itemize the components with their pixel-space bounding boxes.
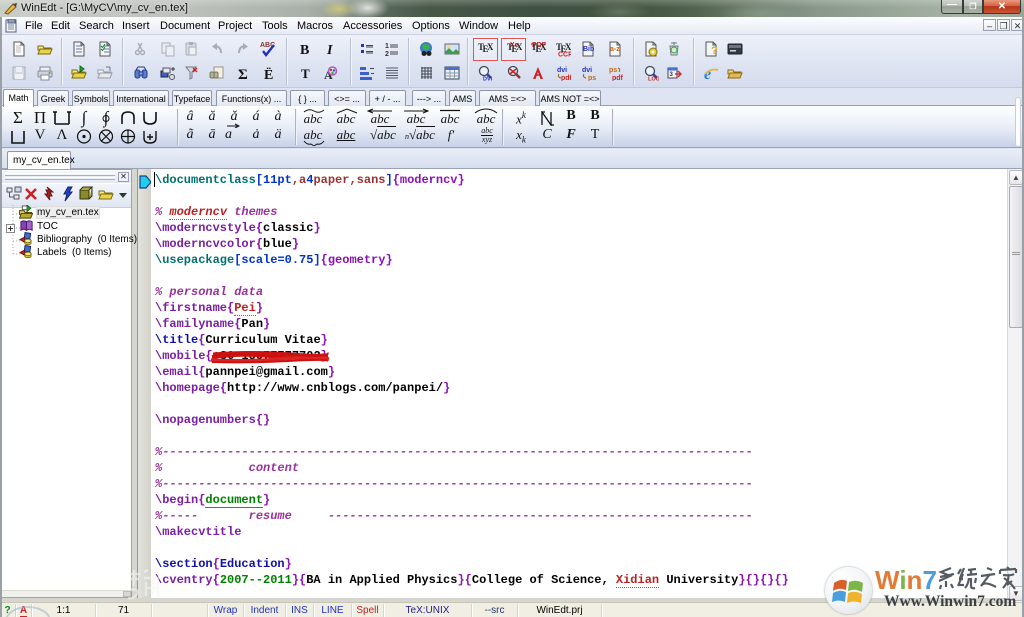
svg-text:pdf: pdf — [561, 75, 571, 81]
svg-text:T: T — [301, 66, 310, 81]
svg-text:1: 1 — [385, 43, 389, 50]
svg-text:dvi: dvi — [582, 67, 592, 74]
svg-text:X: X — [540, 42, 546, 52]
svg-text:X: X — [565, 42, 571, 52]
svg-text:LOG: LOG — [648, 77, 659, 82]
svg-text:ps: ps — [609, 67, 617, 74]
svg-text:ps: ps — [588, 75, 596, 81]
svg-text:?: ? — [711, 45, 718, 57]
svg-text:pdf: pdf — [612, 75, 623, 81]
svg-text:DVI: DVI — [483, 77, 493, 82]
svg-text:dvi: dvi — [557, 67, 567, 74]
svg-text:Bib: Bib — [583, 46, 594, 53]
svg-text:CCP: CCP — [558, 52, 571, 58]
svg-text:X: X — [487, 42, 493, 52]
svg-text:Σ: Σ — [238, 67, 248, 81]
svg-text:a-z: a-z — [610, 46, 620, 53]
svg-text:Ë: Ë — [264, 67, 273, 81]
svg-text:2: 2 — [385, 51, 389, 57]
svg-text:X: X — [516, 42, 522, 52]
svg-text:I: I — [326, 43, 333, 57]
svg-text:B: B — [300, 43, 309, 57]
